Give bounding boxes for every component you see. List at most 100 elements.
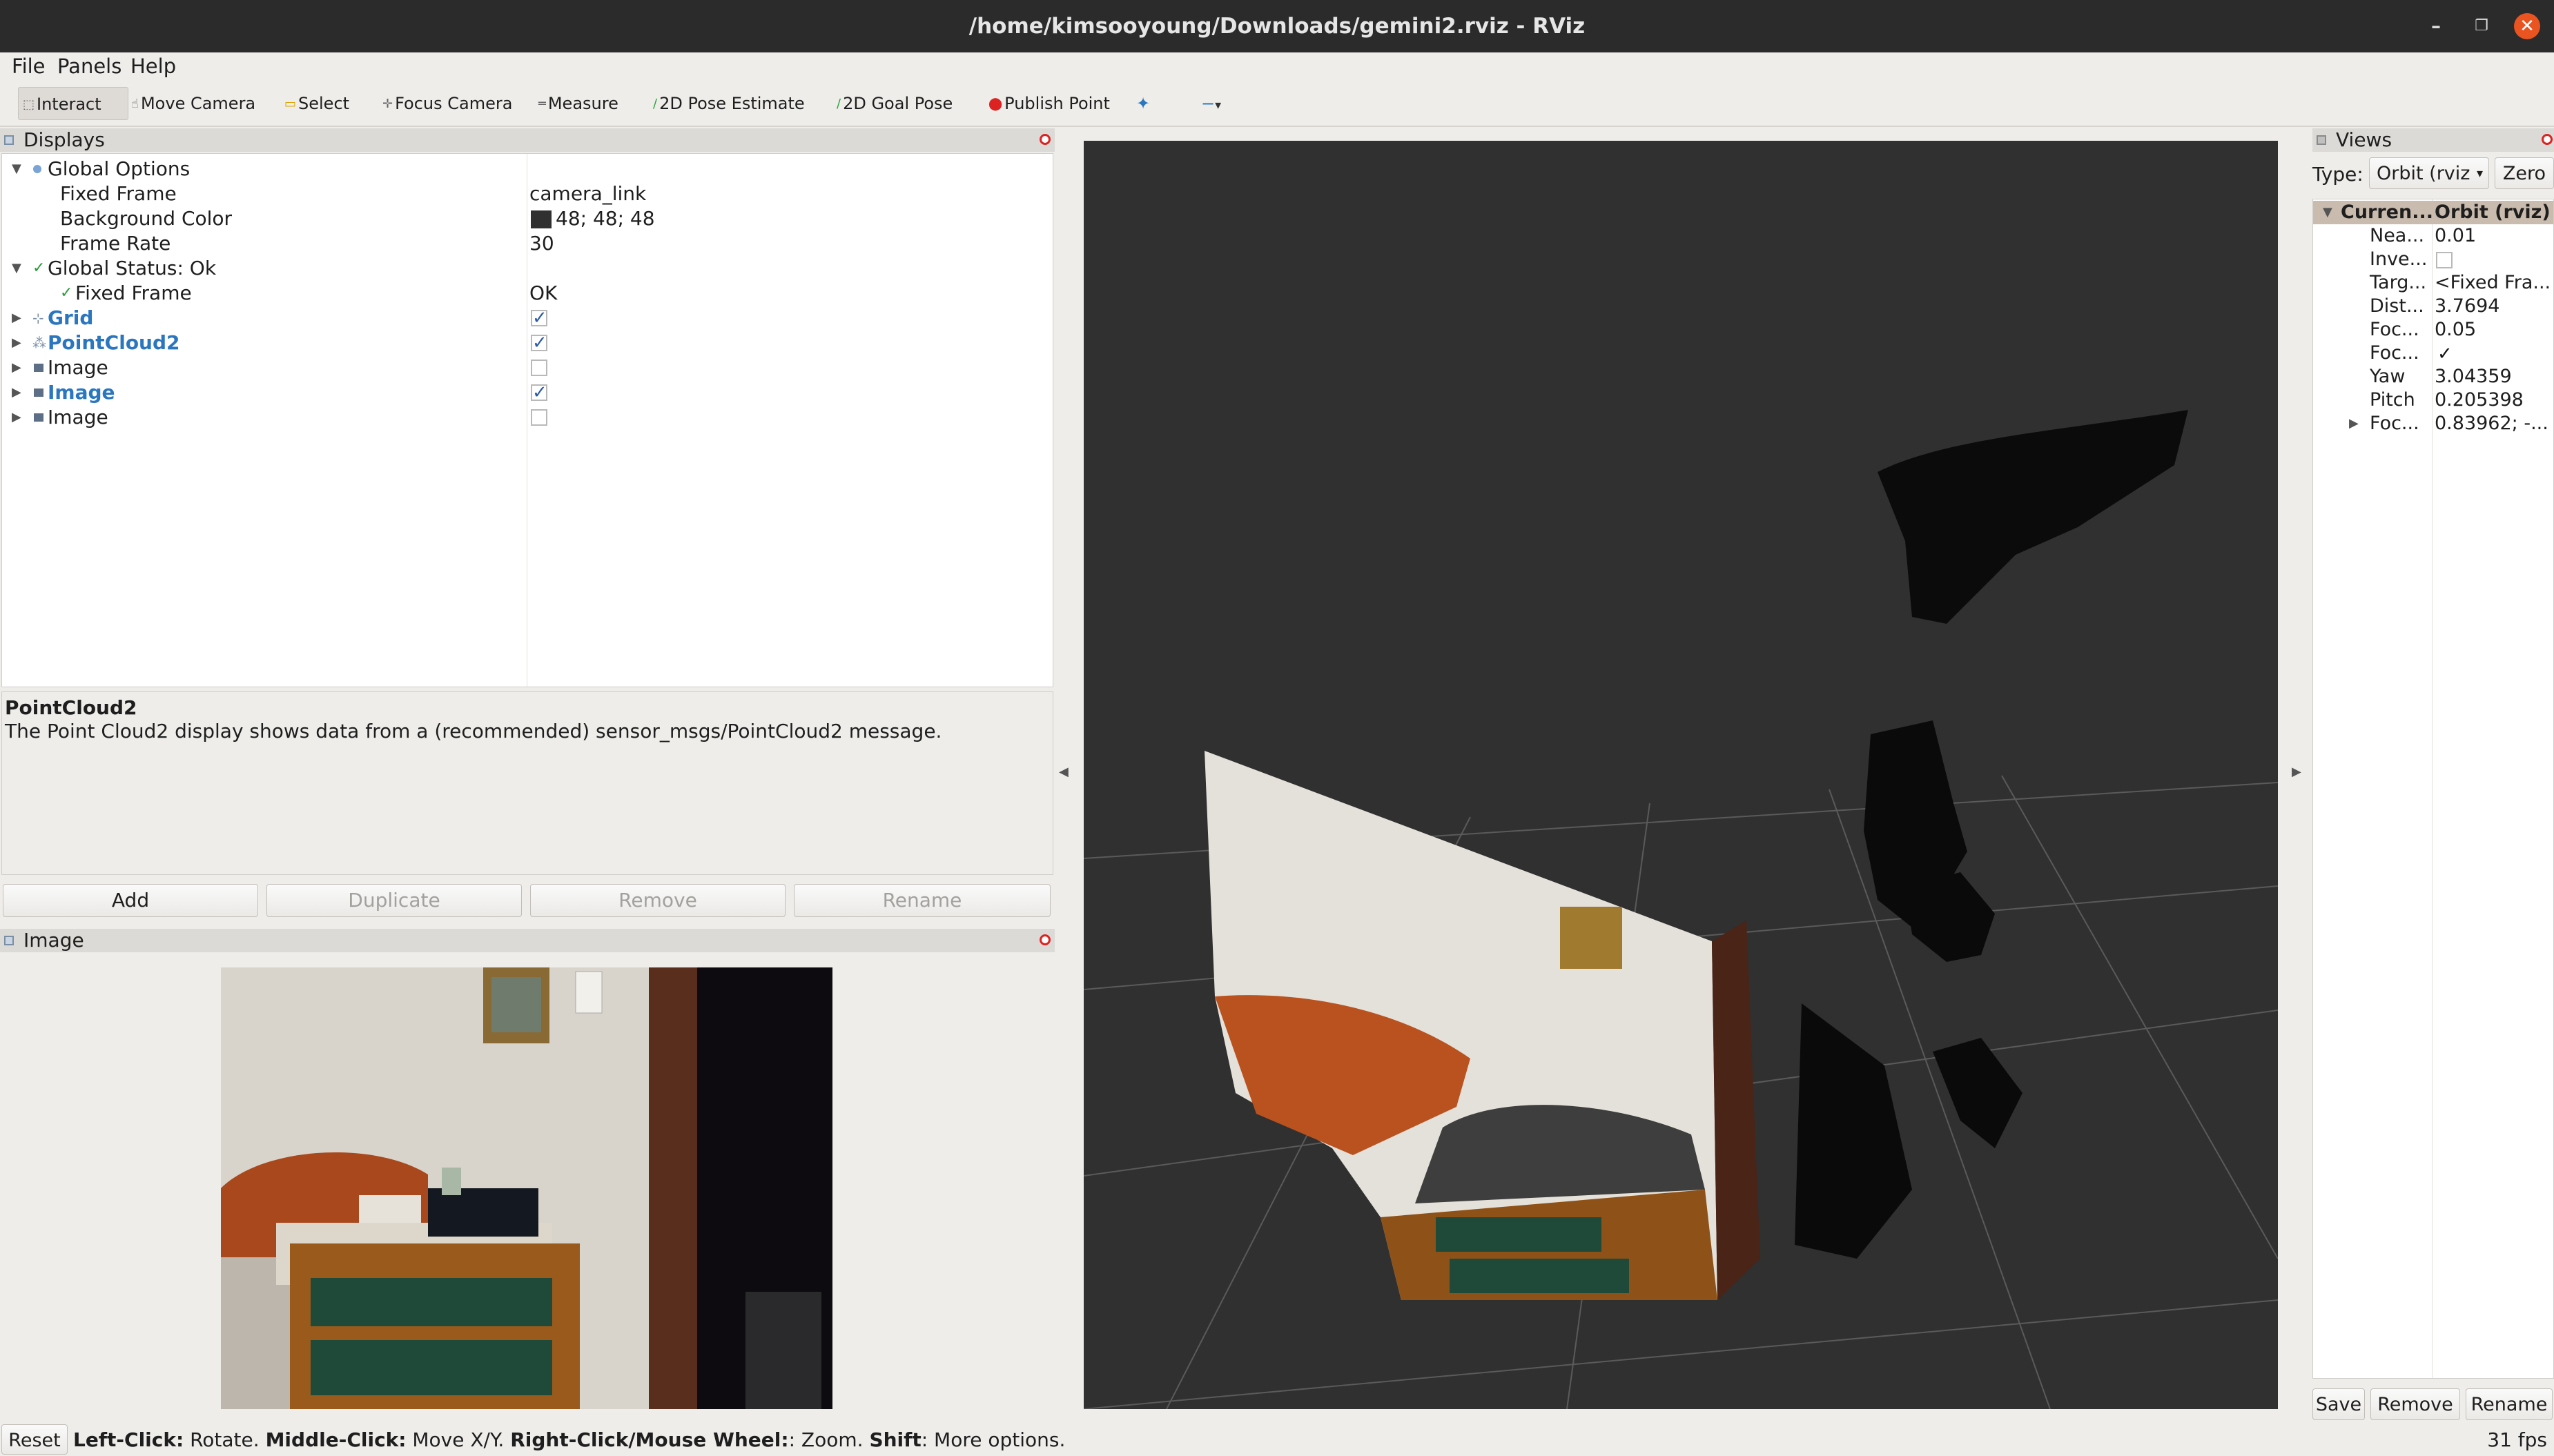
expand-right-icon[interactable]: ▶ (12, 380, 21, 405)
tree-row-current-view[interactable]: ▼ Curren... Orbit (rviz) (2313, 201, 2553, 224)
tool-select[interactable]: ▭ Select (280, 87, 353, 120)
rename-view-button[interactable]: Rename (2466, 1388, 2553, 1420)
color-swatch[interactable] (531, 210, 552, 228)
tree-value[interactable]: camera_link (529, 181, 646, 206)
tree-row-target-frame[interactable]: Targ... <Fixed Fra... (2313, 271, 2553, 295)
tree-row-focal-shape-size[interactable]: Foc... 0.05 (2313, 318, 2553, 342)
image-2-enabled-checkbox[interactable]: ✓ (531, 384, 547, 402)
menu-panels[interactable]: Panels (57, 52, 121, 80)
description-text: The Point Cloud2 display shows data from… (5, 720, 942, 742)
tree-value[interactable]: 0.01 (2435, 224, 2476, 248)
expand-down-icon[interactable]: ▼ (12, 256, 21, 281)
panel-title: Image (23, 929, 84, 952)
tree-row-invert[interactable]: Inve... (2313, 248, 2553, 271)
tree-row-global-status[interactable]: ▼ ✓ Global Status: Ok (2, 256, 1051, 281)
view-type-dropdown[interactable]: Orbit (rviz ▾ (2369, 157, 2489, 189)
panel-close-icon[interactable] (2542, 134, 2553, 145)
add-tool-icon[interactable]: ✦ (1132, 87, 1154, 120)
tree-row-distance[interactable]: Dist... 3.7694 (2313, 295, 2553, 318)
tool-publish-point[interactable]: ⬤ Publish Point (984, 87, 1114, 120)
tree-row-focal-point[interactable]: ▶ Foc... 0.83962; -... (2313, 412, 2553, 435)
tool-label: Focus Camera (395, 94, 513, 113)
chevron-down-icon: ▾ (2476, 166, 2483, 181)
tool-2d-goal-pose[interactable]: ∕ 2D Goal Pose (832, 87, 957, 120)
tree-row-focal-shape-fixed[interactable]: Foc... ✓ (2313, 342, 2553, 365)
description-title: PointCloud2 (5, 696, 137, 719)
tree-value[interactable]: <Fixed Fra... (2435, 271, 2551, 295)
expand-right-icon[interactable]: ▶ (12, 405, 21, 430)
reset-button[interactable]: Reset (1, 1424, 68, 1455)
expand-right-icon[interactable]: ▶ (12, 331, 21, 355)
menu-file[interactable]: File (12, 52, 46, 80)
close-icon[interactable]: ✕ (2514, 13, 2540, 39)
panel-close-icon[interactable] (1040, 134, 1051, 145)
tree-row-near-clip[interactable]: Nea... 0.01 (2313, 224, 2553, 248)
tree-row-fixed-frame[interactable]: Fixed Frame camera_link (2, 181, 1051, 206)
render-3d-view[interactable] (1084, 141, 2278, 1409)
zero-button[interactable]: Zero (2495, 157, 2554, 189)
tool-2d-pose-estimate[interactable]: ∕ 2D Pose Estimate (649, 87, 809, 120)
maximize-icon[interactable]: ❐ (2468, 13, 2495, 39)
remove-view-button[interactable]: Remove (2370, 1388, 2460, 1420)
tree-row-frame-rate[interactable]: Frame Rate 30 (2, 231, 1051, 256)
pose-arrow-icon: ∕ (653, 97, 658, 111)
type-label: Type: (2312, 163, 2363, 186)
tool-interact[interactable]: ⬚ Interact (18, 87, 128, 120)
tree-row-pitch[interactable]: Pitch 0.205398 (2313, 388, 2553, 412)
panel-float-icon[interactable] (4, 936, 14, 945)
tree-row-status-fixed-frame[interactable]: ✓ Fixed Frame OK (2, 281, 1051, 306)
expand-right-icon[interactable]: ▶ (2349, 412, 2359, 435)
tool-focus-camera[interactable]: ✛ Focus Camera (378, 87, 516, 120)
tool-move-camera[interactable]: ☝ Move Camera (127, 87, 260, 120)
tree-row-image-2[interactable]: ▶ Image ✓ (2, 380, 1051, 405)
image-3-enabled-checkbox[interactable] (531, 409, 547, 426)
goal-arrow-icon: ∕ (837, 97, 841, 111)
tree-row-grid[interactable]: ▶ ⊹ Grid ✓ (2, 306, 1051, 331)
door-frame-points (1712, 921, 1760, 1300)
invert-z-checkbox[interactable] (2436, 252, 2453, 268)
tree-value[interactable]: 48; 48; 48 (556, 206, 655, 231)
tool-measure[interactable]: ═ Measure (534, 87, 623, 120)
tree-value[interactable]: 0.83962; -... (2435, 412, 2548, 435)
tool-label: 2D Pose Estimate (659, 94, 805, 113)
tree-value[interactable]: 0.205398 (2435, 388, 2524, 412)
views-type-row: Type: Orbit (rviz ▾ Zero (2312, 157, 2554, 192)
tree-value[interactable]: 3.04359 (2435, 365, 2512, 388)
tree-value[interactable]: 3.7694 (2435, 295, 2499, 318)
remove-tool-icon[interactable]: −▾ (1197, 87, 1225, 120)
ruler-icon: ═ (538, 97, 546, 111)
tree-row-image-1[interactable]: ▶ Image (2, 355, 1051, 380)
collapse-left-icon[interactable]: ◀ (1059, 765, 1069, 779)
image-1-enabled-checkbox[interactable] (531, 360, 547, 376)
select-icon: ▭ (284, 97, 297, 111)
expand-down-icon[interactable]: ▼ (12, 157, 21, 181)
add-display-button[interactable]: Add (3, 884, 258, 917)
duplicate-display-button[interactable]: Duplicate (266, 884, 522, 917)
panel-float-icon[interactable] (2317, 135, 2326, 145)
panel-float-icon[interactable] (4, 135, 14, 145)
image-icon (34, 364, 43, 372)
pointcloud-enabled-checkbox[interactable]: ✓ (531, 334, 547, 352)
tree-row-image-3[interactable]: ▶ Image (2, 405, 1051, 430)
tree-row-global-options[interactable]: ▼ Global Options (2, 157, 1051, 181)
grid-enabled-checkbox[interactable]: ✓ (531, 309, 547, 327)
tree-value[interactable]: 0.05 (2435, 318, 2476, 342)
save-view-button[interactable]: Save (2312, 1388, 2365, 1420)
tree-row-background-color[interactable]: Background Color 48; 48; 48 (2, 206, 1051, 231)
tree-value[interactable]: 30 (529, 231, 554, 256)
expand-down-icon[interactable]: ▼ (2323, 201, 2332, 224)
dark-cloud-points (1905, 872, 1995, 962)
collapse-right-icon[interactable]: ▶ (2292, 765, 2301, 779)
panel-close-icon[interactable] (1040, 934, 1051, 945)
rename-display-button[interactable]: Rename (794, 884, 1051, 917)
tree-row-pointcloud2[interactable]: ▶ ⁂ PointCloud2 ✓ (2, 331, 1051, 355)
tree-label: Image (48, 356, 108, 379)
tree-row-yaw[interactable]: Yaw 3.04359 (2313, 365, 2553, 388)
remove-display-button[interactable]: Remove (530, 884, 786, 917)
expand-right-icon[interactable]: ▶ (12, 355, 21, 380)
menu-help[interactable]: Help (130, 52, 176, 80)
expand-right-icon[interactable]: ▶ (12, 306, 21, 331)
focal-fixed-checkbox[interactable]: ✓ (2436, 345, 2453, 363)
tree-label: Global Options (48, 157, 191, 180)
minimize-icon[interactable]: – (2423, 13, 2449, 39)
